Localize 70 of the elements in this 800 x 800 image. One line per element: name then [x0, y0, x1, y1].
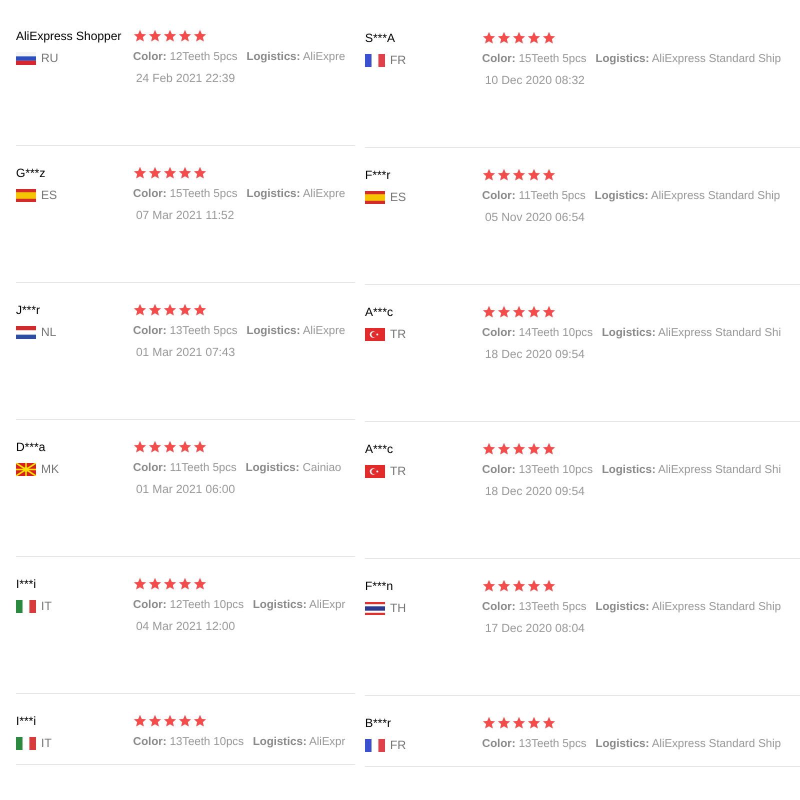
- country-code: FR: [390, 53, 406, 67]
- review-date: 01 Mar 2021 07:43: [135, 345, 236, 359]
- country-code: TR: [390, 327, 406, 341]
- color-attribute: Color: 15Teeth 5pcs: [482, 53, 586, 65]
- color-attribute: Color: 13Teeth 10pcs: [482, 464, 593, 476]
- country-code: RU: [41, 51, 58, 65]
- reviewer-name: AliExpress Shopper: [16, 29, 122, 43]
- logistics-attribute: Logistics: AliExpre: [246, 188, 346, 200]
- flag-icon: [16, 736, 36, 750]
- reviewer-name: B***r: [365, 716, 392, 730]
- country-code: ES: [41, 188, 58, 202]
- reviewer-name: I***i: [16, 577, 38, 591]
- flag-icon: [365, 602, 385, 614]
- logistics-attribute: Logistics: AliExpr: [252, 599, 346, 611]
- logistics-attribute: Logistics: AliExpre: [246, 51, 346, 63]
- color-attribute: Color: 13Teeth 5pcs: [133, 325, 238, 337]
- reviewer-name: D***a: [16, 440, 46, 454]
- reviewer-name: F***n: [365, 579, 394, 593]
- country-code: NL: [41, 325, 56, 339]
- review-date: 18 Dec 2020 09:54: [484, 347, 586, 361]
- flag-icon: [365, 328, 385, 340]
- flag-icon: [16, 462, 36, 476]
- review-date: 07 Mar 2021 11:52: [135, 208, 236, 222]
- reviewer-name: F***r: [365, 168, 392, 182]
- flag-icon: [16, 188, 36, 202]
- review-date: 04 Mar 2021 12:00: [135, 619, 236, 633]
- flag-icon: [16, 326, 36, 338]
- color-attribute: Color: 11Teeth 5pcs: [482, 190, 586, 202]
- country-code: IT: [41, 736, 52, 750]
- review-date: 05 Nov 2020 06:54: [484, 210, 586, 224]
- reviewer-name: J***r: [16, 303, 42, 317]
- color-attribute: Color: 14Teeth 10pcs: [482, 327, 593, 339]
- review-date: 24 Feb 2021 22:39: [135, 71, 236, 85]
- flag-icon: [365, 738, 385, 752]
- color-attribute: Color: 13Teeth 5pcs: [482, 601, 586, 613]
- logistics-attribute: Logistics: AliExpress Standard Shi: [602, 464, 781, 476]
- flag-icon: [365, 54, 385, 66]
- logistics-attribute: Logistics: AliExpress Standard Shi: [602, 327, 781, 339]
- logistics-attribute: Logistics: AliExpre: [246, 325, 346, 337]
- flag-icon: [365, 190, 385, 204]
- flag-icon: [365, 464, 385, 478]
- logistics-attribute: Logistics: AliExpress Standard Ship: [594, 190, 780, 202]
- reviewer-name: I***i: [16, 714, 38, 728]
- color-attribute: Color: 13Teeth 10pcs: [133, 736, 244, 748]
- country-code: TR: [390, 464, 406, 478]
- logistics-attribute: Logistics: Cainiao: [246, 462, 342, 474]
- review-date: 18 Dec 2020 09:54: [484, 484, 586, 498]
- flag-icon: [16, 52, 36, 64]
- country-code: ES: [390, 190, 406, 204]
- country-code: IT: [41, 599, 52, 613]
- logistics-attribute: Logistics: AliExpress Standard Ship: [595, 53, 781, 65]
- color-attribute: Color: 12Teeth 5pcs: [133, 51, 238, 63]
- reviewer-name: S***A: [365, 31, 396, 45]
- logistics-attribute: Logistics: AliExpress Standard Ship: [595, 601, 781, 613]
- country-code: MK: [41, 462, 59, 476]
- country-code: FR: [390, 738, 406, 752]
- logistics-attribute: Logistics: AliExpr: [252, 736, 346, 748]
- reviewer-name: G***z: [16, 166, 46, 180]
- color-attribute: Color: 13Teeth 5pcs: [482, 738, 586, 750]
- country-code: TH: [390, 601, 406, 615]
- flag-icon: [16, 600, 36, 612]
- color-attribute: Color: 15Teeth 5pcs: [133, 188, 238, 200]
- logistics-attribute: Logistics: AliExpress Standard Ship: [595, 738, 781, 750]
- review-date: 17 Dec 2020 08:04: [484, 621, 586, 635]
- reviewer-name: A***c: [365, 305, 394, 319]
- review-date: 10 Dec 2020 08:32: [484, 73, 586, 87]
- reviewer-name: A***c: [365, 442, 394, 456]
- color-attribute: Color: 11Teeth 5pcs: [133, 462, 237, 474]
- review-date: 01 Mar 2021 06:00: [135, 482, 236, 496]
- color-attribute: Color: 12Teeth 10pcs: [133, 599, 244, 611]
